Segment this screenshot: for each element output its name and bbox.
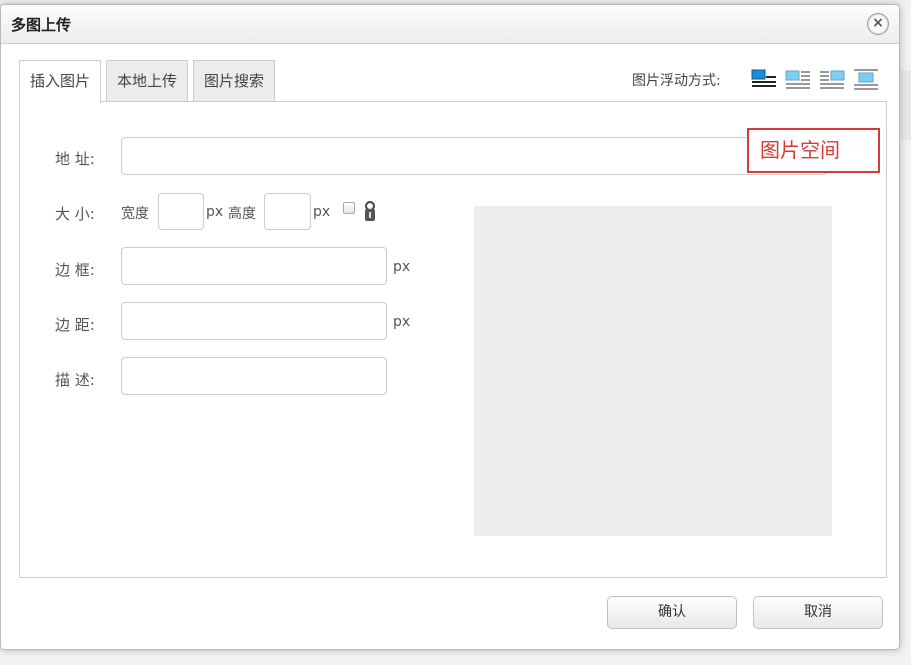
tab-label: 本地上传 [116, 72, 177, 90]
tab-insert-image[interactable]: 插入图片 [19, 60, 101, 103]
close-icon[interactable]: × [867, 13, 889, 35]
confirm-button[interactable]: 确认 [607, 596, 737, 629]
confirm-button-label: 确认 [658, 604, 686, 620]
align-none-icon[interactable] [751, 68, 777, 90]
width-input[interactable] [158, 193, 204, 230]
tab-local-upload[interactable]: 本地上传 [106, 60, 188, 101]
image-preview [474, 206, 832, 536]
cancel-button[interactable]: 取消 [753, 596, 883, 629]
align-left-icon[interactable] [785, 68, 811, 90]
dialog-title: 多图上传 [11, 16, 72, 34]
width-unit: px [206, 204, 224, 220]
tab-image-search[interactable]: 图片搜索 [193, 60, 275, 101]
width-label: 宽度 [121, 206, 149, 222]
address-label: 地 址: [55, 150, 95, 168]
margin-unit: px [393, 314, 411, 330]
address-input[interactable] [121, 137, 827, 175]
border-unit: px [393, 259, 411, 275]
height-input[interactable] [264, 193, 311, 230]
align-right-icon[interactable] [819, 68, 845, 90]
image-space-button[interactable]: 图片空间 [747, 128, 880, 173]
border-label: 边 框: [55, 261, 95, 279]
dialog-titlebar[interactable]: 多图上传 × [1, 5, 899, 44]
margin-input[interactable] [121, 302, 387, 340]
tab-label: 插入图片 [29, 72, 90, 90]
size-label: 大 小: [55, 205, 95, 223]
margin-label: 边 距: [55, 316, 95, 334]
border-input[interactable] [121, 247, 387, 285]
tab-label: 图片搜索 [203, 72, 264, 90]
multi-image-upload-dialog: 多图上传 × 插入图片 本地上传 图片搜索 图片浮动方式: 地 址: 大 小: … [0, 4, 900, 650]
align-center-icon[interactable] [853, 68, 879, 90]
float-mode-label: 图片浮动方式: [632, 73, 721, 89]
image-space-label: 图片空间 [760, 138, 840, 162]
description-input[interactable] [121, 357, 387, 395]
height-unit: px [313, 204, 331, 220]
height-label: 高度 [228, 206, 256, 222]
lock-ratio-checkbox[interactable] [343, 202, 355, 214]
description-label: 描 述: [55, 371, 95, 389]
lock-ratio-icon[interactable] [363, 201, 377, 223]
cancel-button-label: 取消 [804, 604, 832, 620]
